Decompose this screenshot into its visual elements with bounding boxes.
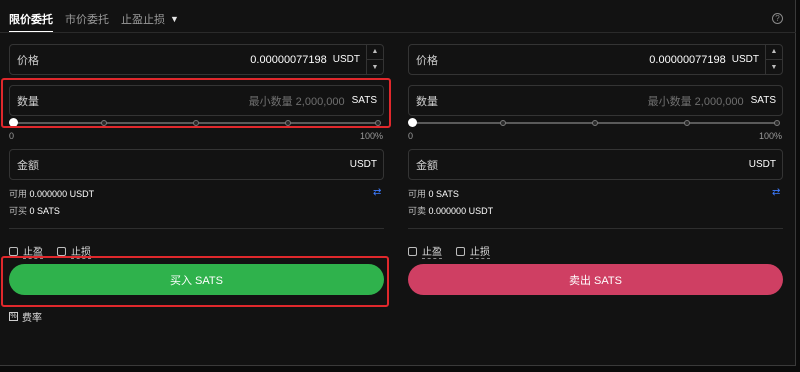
slider-step[interactable]	[592, 120, 598, 126]
amount-unit: USDT	[349, 159, 377, 170]
divider	[408, 228, 783, 229]
buy-column: 价格 0.00000077198 USDT ▲ ▼ 数量 最小数量 2,000,…	[9, 0, 384, 366]
price-value[interactable]: 0.00000077198	[250, 54, 326, 66]
fee-label: 费率	[22, 313, 42, 324]
sell-price-field[interactable]: 价格 0.00000077198 USDT ▲ ▼	[408, 44, 783, 75]
sell-quantity-field[interactable]: 数量 最小数量 2,000,000 SATS	[408, 85, 783, 116]
stop-loss-label[interactable]: 止损	[470, 243, 490, 259]
buy-price-field[interactable]: 价格 0.00000077198 USDT ▲ ▼	[9, 44, 384, 75]
quantity-label: 数量	[416, 95, 438, 108]
price-label: 价格	[416, 54, 438, 67]
available-value: 0.000000 USDT	[29, 189, 95, 199]
price-unit: USDT	[731, 54, 759, 65]
decrement-icon[interactable]: ▼	[766, 59, 782, 75]
stop-loss-checkbox[interactable]	[456, 246, 465, 256]
sell-column: 价格 0.00000077198 USDT ▲ ▼ 数量 最小数量 2,000,…	[408, 0, 783, 366]
max-sell: 可卖 0.000000 USDT	[408, 204, 493, 217]
slider-step[interactable]	[500, 120, 506, 126]
order-panel: 限价委托 市价委托 止盈止损 ▼ ? 价格 0.00000077198 USDT …	[0, 0, 796, 366]
fee-icon: %	[9, 312, 18, 321]
sell-percentage-slider[interactable]	[408, 118, 780, 127]
stop-loss-checkbox[interactable]	[57, 246, 66, 256]
buy-amount-field[interactable]: 金额 USDT	[9, 149, 384, 180]
price-label: 价格	[17, 54, 39, 67]
increment-icon[interactable]: ▲	[766, 44, 782, 59]
transfer-icon[interactable]: ⇄	[772, 187, 780, 198]
slider-max-label: 100%	[360, 131, 384, 141]
fee-rate[interactable]: % 费率	[9, 309, 42, 324]
sell-button[interactable]: 卖出 SATS	[408, 264, 783, 295]
available-label: 可用	[9, 189, 28, 199]
take-profit-checkbox[interactable]	[408, 246, 417, 256]
slider-step[interactable]	[684, 120, 690, 126]
available-balance: 可用 0 SATS	[408, 187, 459, 200]
max-buy-value: 0 SATS	[29, 206, 60, 216]
available-label: 可用	[408, 189, 427, 199]
amount-label: 金额	[416, 159, 438, 172]
highlight-box-buy-button	[1, 256, 389, 307]
amount-unit: USDT	[748, 159, 776, 170]
max-buy-label: 可买	[9, 206, 28, 216]
take-profit-label[interactable]: 止盈	[422, 243, 442, 259]
take-profit-checkbox[interactable]	[9, 246, 18, 256]
quantity-input[interactable]: 最小数量 2,000,000	[648, 93, 744, 109]
quantity-unit: SATS	[750, 95, 776, 106]
highlight-box-quantity	[1, 78, 391, 128]
price-stepper: ▲ ▼	[366, 44, 383, 75]
sell-amount-field[interactable]: 金额 USDT	[408, 149, 783, 180]
divider	[9, 228, 384, 229]
slider-min-label: 0	[408, 131, 414, 141]
max-sell-label: 可卖	[408, 206, 427, 216]
slider-step[interactable]	[774, 120, 780, 126]
decrement-icon[interactable]: ▼	[367, 59, 383, 75]
price-unit: USDT	[332, 54, 360, 65]
available-value: 0 SATS	[428, 189, 459, 199]
transfer-icon[interactable]: ⇄	[373, 187, 381, 198]
increment-icon[interactable]: ▲	[367, 44, 383, 59]
price-stepper: ▲ ▼	[765, 44, 782, 75]
slider-min-label: 0	[9, 131, 15, 141]
slider-thumb[interactable]	[408, 118, 417, 127]
amount-label: 金额	[17, 159, 39, 172]
available-balance: 可用 0.000000 USDT	[9, 187, 94, 200]
slider-max-label: 100%	[759, 131, 783, 141]
max-sell-value: 0.000000 USDT	[428, 206, 494, 216]
max-buy: 可买 0 SATS	[9, 204, 60, 217]
price-value[interactable]: 0.00000077198	[649, 54, 725, 66]
tp-sl-options: 止盈 止损	[408, 243, 504, 259]
